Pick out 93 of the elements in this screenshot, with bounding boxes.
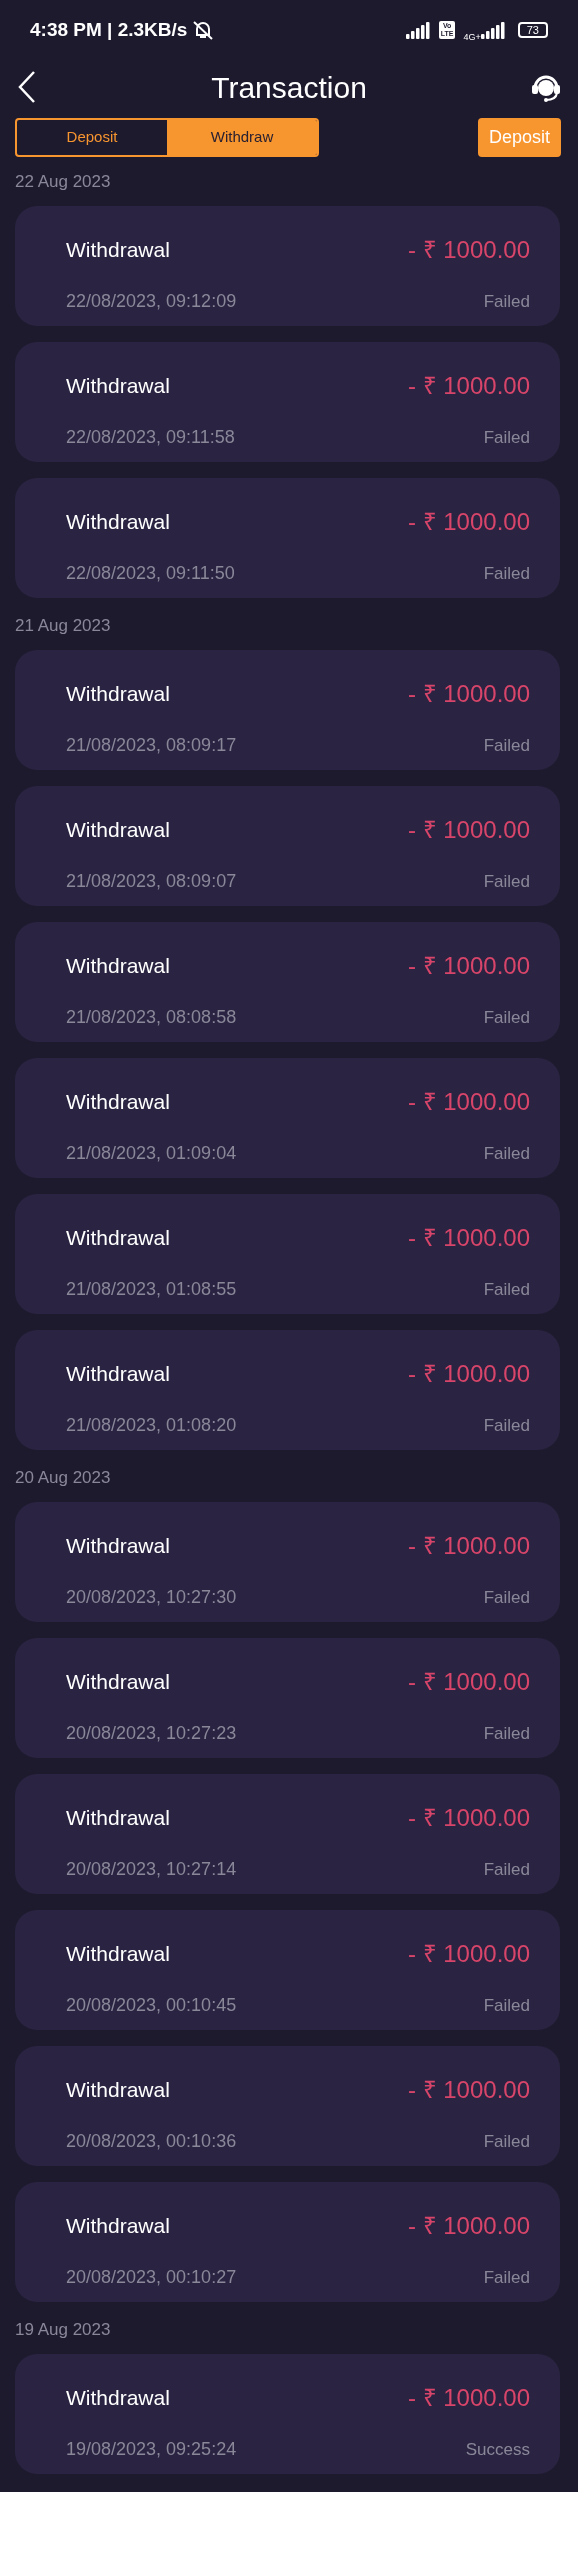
transaction-datetime: 22/08/2023, 09:11:58 [66, 426, 235, 449]
transaction-type: Withdrawal [66, 509, 170, 536]
transaction-datetime: 20/08/2023, 10:27:23 [66, 1722, 237, 1745]
transaction-amount: - ₹ 1000.00 [407, 1803, 530, 1833]
transaction-datetime: 20/08/2023, 00:10:36 [66, 2130, 237, 2153]
transaction-status: Failed [483, 870, 530, 893]
transaction-type: Withdrawal [66, 1805, 170, 1832]
transaction-card[interactable]: Withdrawal - ₹ 1000.00 20/08/2023, 10:27:14 Failed [15, 1774, 560, 1894]
date-label: 21 Aug 2023 [15, 616, 111, 635]
transaction-datetime: 22/08/2023, 09:11:50 [66, 562, 235, 585]
transaction-card[interactable]: Withdrawal - ₹ 1000.00 21/08/2023, 01:09:04 Failed [15, 1058, 560, 1178]
transaction-card[interactable]: Withdrawal - ₹ 1000.00 20/08/2023, 00:10:45 Failed [15, 1910, 560, 2030]
transaction-card[interactable]: Withdrawal - ₹ 1000.00 21/08/2023, 08:09:17 Failed [15, 650, 560, 770]
transaction-type: Withdrawal [66, 1361, 170, 1388]
transaction-status: Success [465, 2438, 530, 2461]
date-label: 19 Aug 2023 [15, 2320, 111, 2339]
transaction-amount: - ₹ 1000.00 [407, 679, 530, 709]
transaction-card[interactable]: Withdrawal - ₹ 1000.00 20/08/2023, 00:10:36 Failed [15, 2046, 560, 2166]
transaction-status: Failed [483, 734, 530, 757]
page-title: Transaction [211, 69, 367, 106]
status-time: 4:38 PM | 2.3KB/s [30, 17, 188, 42]
transaction-datetime: 22/08/2023, 09:12:09 [66, 290, 237, 313]
transaction-amount: - ₹ 1000.00 [407, 1223, 530, 1253]
transaction-card[interactable]: Withdrawal - ₹ 1000.00 20/08/2023, 10:27:30 Failed [15, 1502, 560, 1622]
transaction-amount: - ₹ 1000.00 [407, 1359, 530, 1389]
transaction-amount: - ₹ 1000.00 [407, 1939, 530, 1969]
transaction-type: Withdrawal [66, 1225, 170, 1252]
transaction-amount: - ₹ 1000.00 [407, 1667, 530, 1697]
transaction-datetime: 20/08/2023, 10:27:14 [66, 1858, 237, 1881]
transaction-status: Failed [483, 2266, 530, 2289]
transaction-type: Withdrawal [66, 1669, 170, 1696]
transaction-status: Failed [483, 2130, 530, 2153]
transaction-status: Failed [483, 1278, 530, 1301]
transaction-amount: - ₹ 1000.00 [407, 2383, 530, 2413]
transaction-datetime: 21/08/2023, 01:08:20 [66, 1414, 237, 1437]
transaction-status: Failed [483, 1006, 530, 1029]
transaction-datetime: 21/08/2023, 01:09:04 [66, 1142, 237, 1165]
transaction-datetime: 21/08/2023, 08:09:07 [66, 870, 237, 893]
transaction-amount: - ₹ 1000.00 [407, 507, 530, 537]
transaction-amount: - ₹ 1000.00 [407, 1087, 530, 1117]
tab[interactable]: Withdraw [167, 120, 317, 155]
back-button[interactable] [16, 70, 38, 104]
transaction-type: Withdrawal [66, 2385, 170, 2412]
transaction-datetime: 19/08/2023, 09:25:24 [66, 2438, 237, 2461]
transaction-card[interactable]: Withdrawal - ₹ 1000.00 21/08/2023, 01:08:55 Failed [15, 1194, 560, 1314]
transaction-amount: - ₹ 1000.00 [407, 1531, 530, 1561]
transaction-card[interactable]: Withdrawal - ₹ 1000.00 21/08/2023, 01:08:20 Failed [15, 1330, 560, 1450]
transaction-amount: - ₹ 1000.00 [407, 371, 530, 401]
transaction-card[interactable]: Withdrawal - ₹ 1000.00 21/08/2023, 08:09:07 Failed [15, 786, 560, 906]
transaction-type: Withdrawal [66, 953, 170, 980]
transaction-amount: - ₹ 1000.00 [407, 815, 530, 845]
transaction-status: Failed [483, 426, 530, 449]
transaction-status: Failed [483, 1722, 530, 1745]
transaction-amount: - ₹ 1000.00 [407, 235, 530, 265]
transaction-card[interactable]: Withdrawal - ₹ 1000.00 20/08/2023, 00:10:27 Failed [15, 2182, 560, 2302]
transaction-type: Withdrawal [66, 237, 170, 264]
battery-icon: 73 [517, 22, 548, 38]
transaction-status: Failed [483, 290, 530, 313]
transaction-status: Failed [483, 1994, 530, 2017]
transaction-datetime: 20/08/2023, 00:10:45 [66, 1994, 237, 2017]
transaction-amount: - ₹ 1000.00 [407, 951, 530, 981]
transaction-status: Failed [483, 1858, 530, 1881]
transaction-status: Failed [483, 1414, 530, 1437]
transaction-status: Failed [483, 1586, 530, 1609]
signal-icon [480, 21, 506, 39]
transaction-type: Withdrawal [66, 681, 170, 708]
transaction-type: Withdrawal [66, 817, 170, 844]
transaction-type: Withdrawal [66, 1941, 170, 1968]
transaction-datetime: 20/08/2023, 00:10:27 [66, 2266, 237, 2289]
transaction-amount: - ₹ 1000.00 [407, 2075, 530, 2105]
tab[interactable]: Deposit [17, 120, 167, 155]
transaction-datetime: 21/08/2023, 01:08:55 [66, 1278, 237, 1301]
transaction-type: Withdrawal [66, 1533, 170, 1560]
transaction-card[interactable]: Withdrawal - ₹ 1000.00 22/08/2023, 09:12:09 Failed [15, 206, 560, 326]
transaction-datetime: 21/08/2023, 08:08:58 [66, 1006, 237, 1029]
transaction-datetime: 21/08/2023, 08:09:17 [66, 734, 237, 757]
transaction-status: Failed [483, 1142, 530, 1165]
transaction-card[interactable]: Withdrawal - ₹ 1000.00 20/08/2023, 10:27:23 Failed [15, 1638, 560, 1758]
transaction-amount: - ₹ 1000.00 [407, 2211, 530, 2241]
transaction-card[interactable]: Withdrawal - ₹ 1000.00 22/08/2023, 09:11:50 Failed [15, 478, 560, 598]
transaction-status: Failed [483, 562, 530, 585]
transaction-type: Withdrawal [66, 373, 170, 400]
transaction-card[interactable]: Withdrawal - ₹ 1000.00 22/08/2023, 09:11:58 Failed [15, 342, 560, 462]
network-label: 4G+ [463, 32, 481, 42]
transaction-type: Withdrawal [66, 2077, 170, 2104]
date-label: 22 Aug 2023 [15, 172, 111, 191]
signal-icon [405, 21, 431, 39]
transaction-card[interactable]: Withdrawal - ₹ 1000.00 21/08/2023, 08:08:58 Failed [15, 922, 560, 1042]
date-label: 20 Aug 2023 [15, 1468, 111, 1487]
transaction-card[interactable]: Withdrawal - ₹ 1000.00 19/08/2023, 09:25:24 Success [15, 2354, 560, 2474]
transaction-type: Withdrawal [66, 1089, 170, 1116]
transaction-type: Withdrawal [66, 2213, 170, 2240]
transaction-datetime: 20/08/2023, 10:27:30 [66, 1586, 237, 1609]
